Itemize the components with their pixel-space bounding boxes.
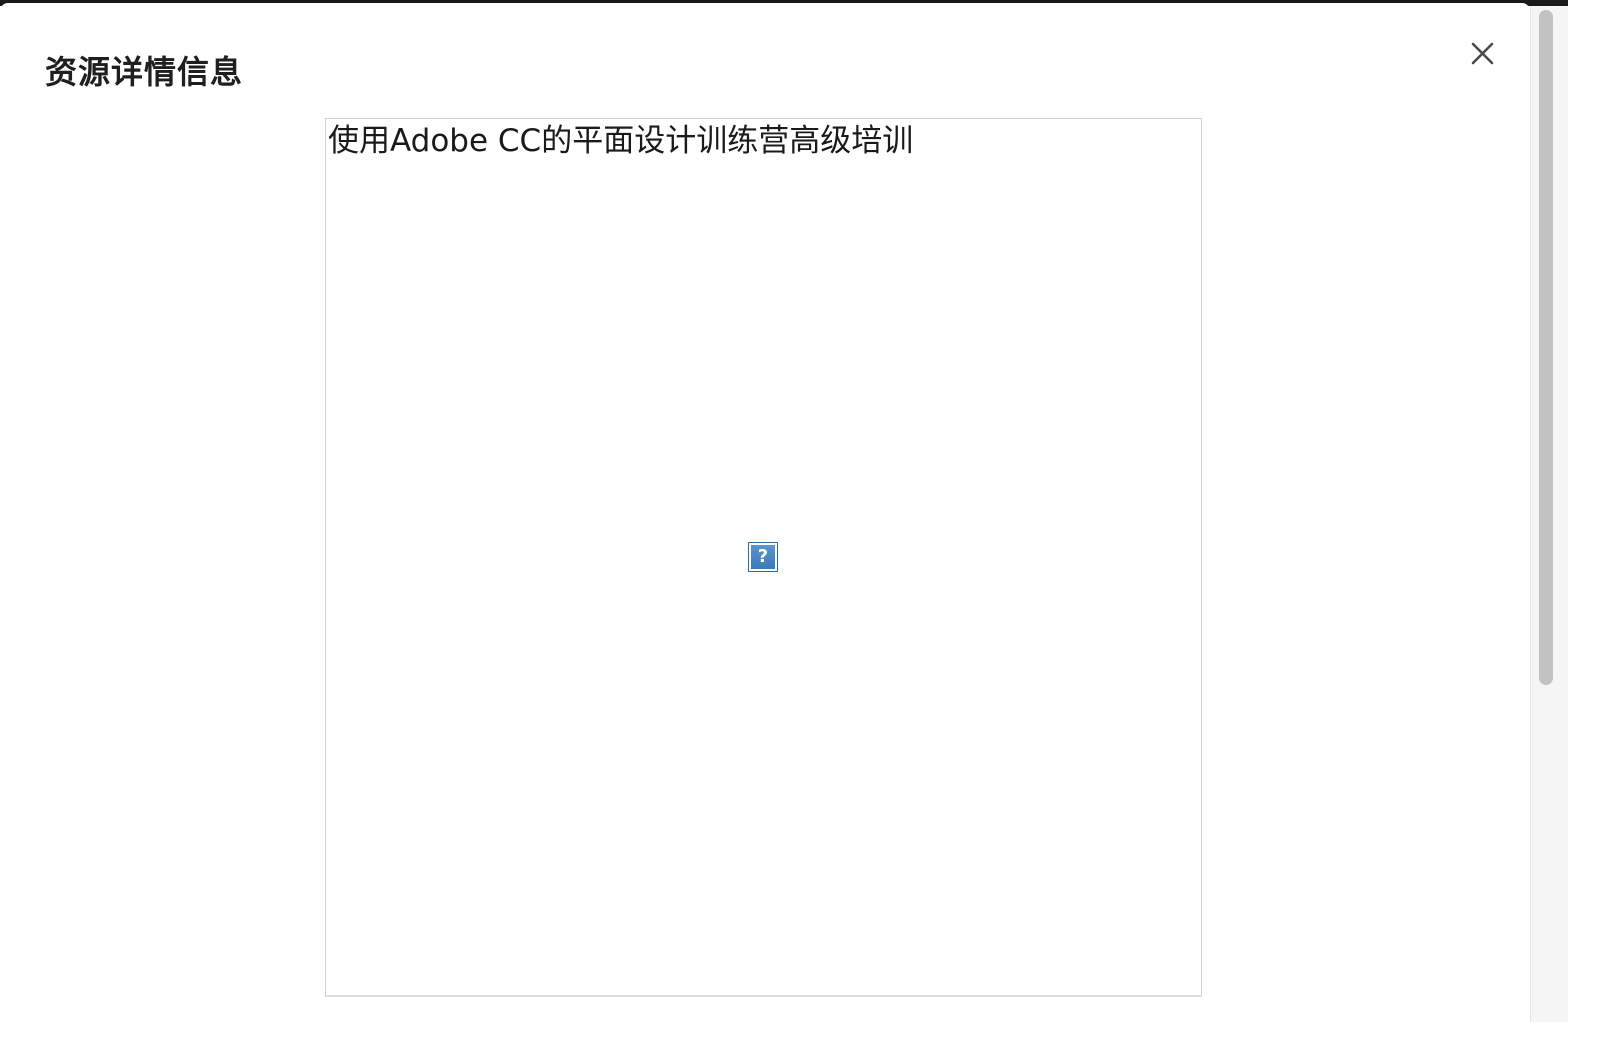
dialog-title: 资源详情信息 [45,53,244,91]
vertical-scrollbar[interactable] [1530,6,1568,1022]
broken-image-icon: ? [748,542,778,572]
preview-alt-text: 使用Adobe CC的平面设计训练营高级培训 [328,123,914,159]
scrollbar-thumb[interactable] [1539,10,1553,685]
broken-image-glyph: ? [751,545,775,569]
resource-preview-frame[interactable]: 使用Adobe CC的平面设计训练营高级培训 ? [325,118,1202,997]
page-viewport: 资源详情信息 使用Adobe CC的平面设计训练营高级培训 ? [0,0,1568,1022]
close-button[interactable] [1462,35,1502,75]
close-icon [1471,42,1494,65]
resource-detail-dialog: 资源详情信息 使用Adobe CC的平面设计训练营高级培训 ? [0,3,1530,1022]
